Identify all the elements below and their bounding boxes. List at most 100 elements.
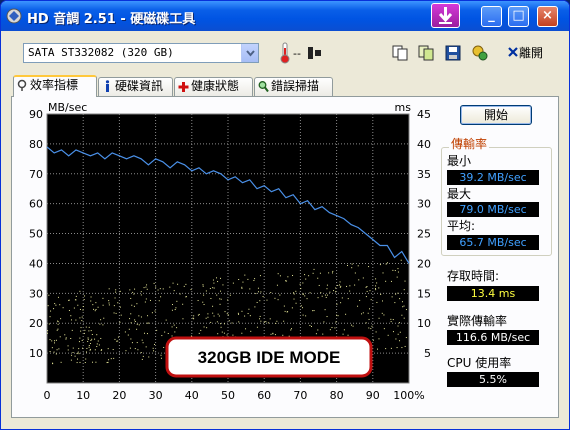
- chart-access-point: [161, 335, 163, 337]
- chart-access-point: [50, 310, 52, 312]
- save-icon[interactable]: [444, 44, 462, 62]
- minimize-button[interactable]: _: [481, 6, 502, 27]
- tab-benchmark[interactable]: 效率指標: [13, 75, 97, 97]
- chart-access-point: [376, 348, 378, 350]
- copy-icon[interactable]: [391, 44, 409, 62]
- chart-access-point: [391, 296, 393, 298]
- chart-access-point: [78, 341, 80, 343]
- chart-access-point: [254, 306, 256, 308]
- chart-access-point: [399, 340, 401, 342]
- chart-access-point: [351, 267, 353, 269]
- download-icon[interactable]: [431, 3, 460, 28]
- chevron-down-icon[interactable]: [241, 44, 258, 62]
- chart-access-point: [202, 285, 204, 287]
- chart-y2-tick-label: 25: [417, 228, 431, 241]
- chart-access-point: [136, 342, 138, 344]
- chart-access-point: [128, 328, 130, 330]
- drive-select[interactable]: SATA ST332082 (320 GB): [23, 43, 259, 63]
- temperature-unit-icon[interactable]: [306, 44, 324, 62]
- start-button[interactable]: 開始: [460, 105, 532, 125]
- chart-access-point: [380, 293, 382, 295]
- chart-access-point: [337, 284, 339, 286]
- chart-access-point: [156, 329, 158, 331]
- toolbar: SATA ST332082 (320 GB) -- 離開: [1, 31, 569, 71]
- chart-access-point: [79, 290, 81, 292]
- title-bar[interactable]: HD 音調 2.51 - 硬磁碟工具 _ □ ×: [1, 1, 569, 31]
- chart-access-point: [257, 287, 259, 289]
- tab-error-scan[interactable]: 錯誤掃描: [254, 77, 333, 96]
- chart-access-point: [82, 309, 84, 311]
- chart-access-point: [293, 292, 295, 294]
- chart-access-point: [403, 317, 405, 319]
- chart-access-point: [269, 318, 271, 320]
- chart-access-point: [231, 322, 233, 324]
- chart-access-point: [256, 326, 258, 328]
- chart-access-point: [98, 344, 100, 346]
- chart-access-point: [131, 304, 133, 306]
- chart-access-point: [81, 339, 83, 341]
- chart-access-point: [376, 301, 378, 303]
- chart-access-point: [81, 347, 83, 349]
- chart-access-point: [302, 282, 304, 284]
- chart-access-point: [88, 326, 90, 328]
- chart-access-point: [282, 334, 284, 336]
- tab-info[interactable]: 硬碟資訊: [98, 77, 173, 96]
- chart-access-point: [378, 287, 380, 289]
- chart-access-point: [334, 327, 336, 329]
- chart-access-point: [315, 333, 317, 335]
- chart-access-point: [359, 299, 361, 301]
- app-window: HD 音調 2.51 - 硬磁碟工具 _ □ × SATA ST332082 (…: [0, 0, 570, 430]
- chart-access-point: [324, 294, 326, 296]
- chart-access-point: [383, 328, 385, 330]
- chart-access-point: [259, 275, 261, 277]
- chart-access-point: [367, 312, 369, 314]
- chart-access-point: [115, 312, 117, 314]
- chart-x-tick-label: 100%: [393, 389, 424, 402]
- chart-access-point: [77, 304, 79, 306]
- chart-access-point: [76, 362, 78, 364]
- chart-access-point: [241, 310, 243, 312]
- close-button[interactable]: ×: [537, 6, 558, 27]
- chart-access-point: [229, 294, 231, 296]
- tab-label: 錯誤掃描: [271, 79, 320, 93]
- chart-access-point: [259, 300, 261, 302]
- chart-access-point: [129, 289, 131, 291]
- chart-access-point: [203, 326, 205, 328]
- chart-access-point: [375, 285, 377, 287]
- chart-access-point: [86, 347, 88, 349]
- maximize-button[interactable]: □: [508, 6, 529, 27]
- tab-health[interactable]: 健康狀態: [174, 77, 253, 96]
- chart-access-point: [73, 307, 75, 309]
- chart-access-point: [87, 337, 89, 339]
- chart-access-point: [89, 348, 91, 350]
- chart-access-point: [85, 351, 87, 353]
- chart-access-point: [141, 358, 143, 360]
- chart-access-point: [88, 344, 90, 346]
- exit-button[interactable]: 離開: [507, 44, 543, 61]
- chart-access-point: [263, 321, 265, 323]
- chart-access-point: [136, 323, 138, 325]
- chart-access-point: [202, 284, 204, 286]
- chart-access-point: [313, 310, 315, 312]
- chart-access-point: [370, 299, 372, 301]
- chart-access-point: [326, 284, 328, 286]
- chart-access-point: [286, 280, 288, 282]
- settings-icon[interactable]: [471, 44, 489, 62]
- chart-access-point: [59, 304, 61, 306]
- chart-access-point: [48, 323, 50, 325]
- chart-access-point: [102, 297, 104, 299]
- chart-access-point: [405, 337, 407, 339]
- chart-access-point: [127, 334, 129, 336]
- chart-access-point: [47, 332, 49, 334]
- chart-access-point: [336, 314, 338, 316]
- copy-all-icon[interactable]: [417, 44, 435, 62]
- chart-access-point: [56, 349, 58, 351]
- burst-rate-label: 實際傳輸率: [447, 314, 508, 328]
- chart-access-point: [92, 304, 94, 306]
- chart-access-point: [324, 309, 326, 311]
- cpu-usage-label: CPU 使用率: [447, 356, 512, 370]
- chart-access-point: [136, 303, 138, 305]
- health-icon: [178, 82, 189, 92]
- chart-access-point: [219, 277, 221, 279]
- chart-access-point: [224, 311, 226, 313]
